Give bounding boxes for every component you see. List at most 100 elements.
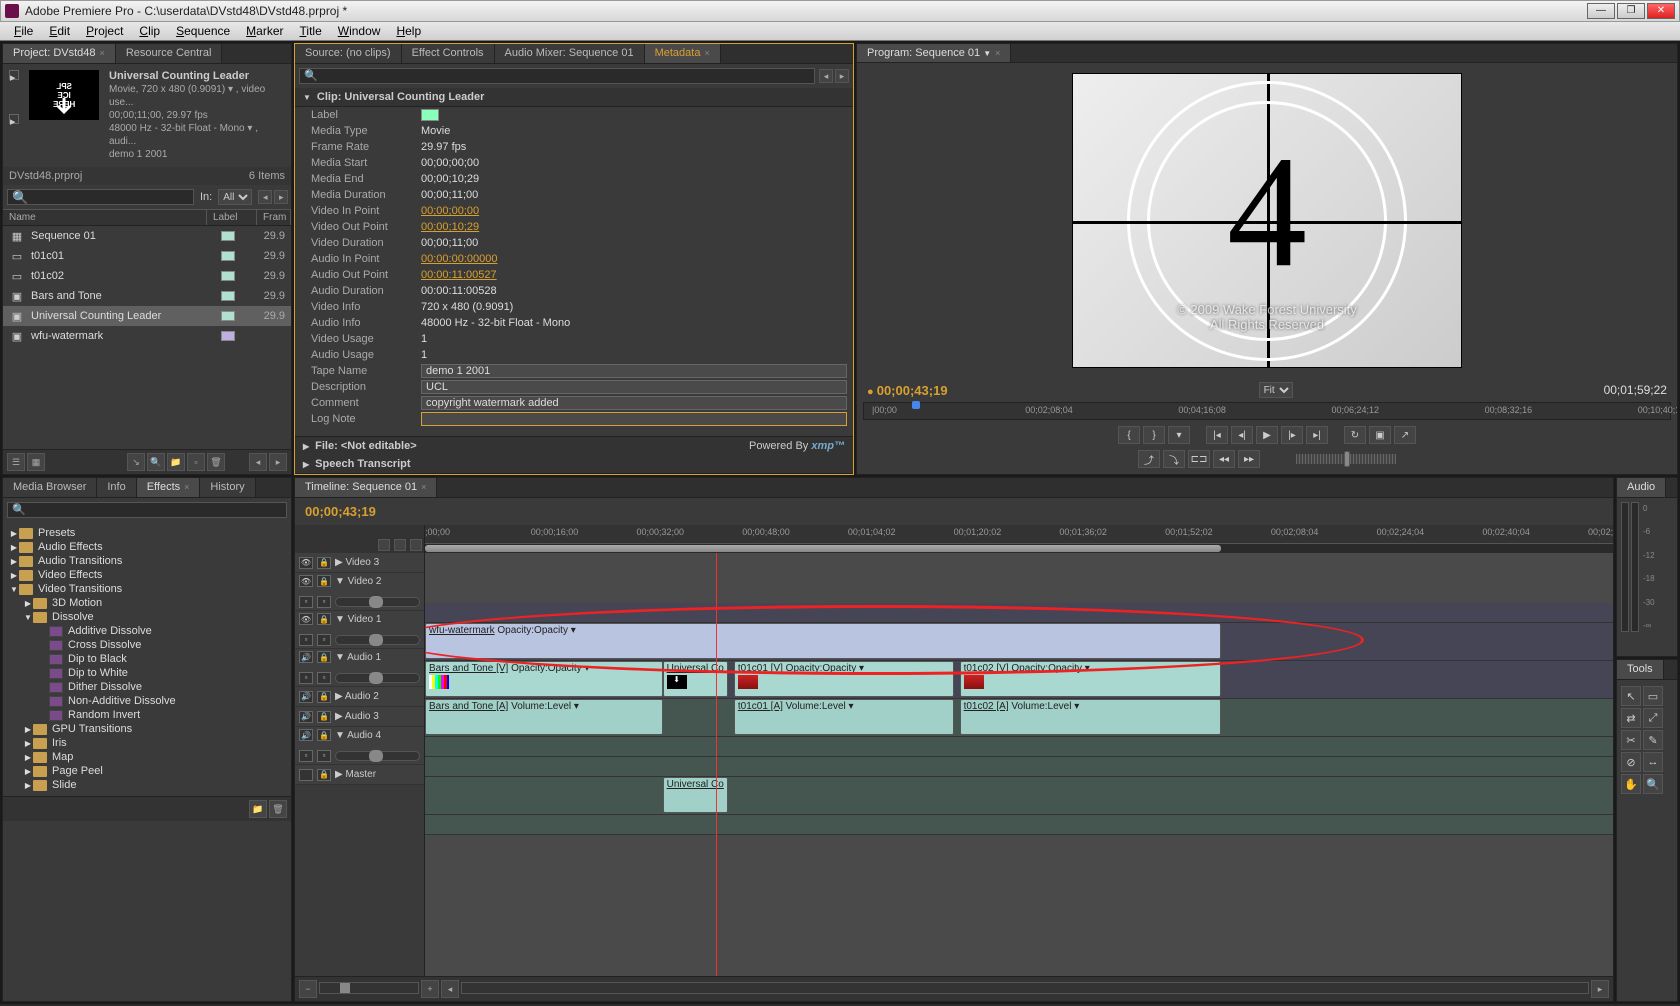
- tab-media-browser[interactable]: Media Browser: [3, 478, 97, 497]
- track-header-video-1[interactable]: 👁🔒 ▼ Video 1▫▫: [295, 611, 424, 649]
- effects-folder[interactable]: ▶3D Motion: [3, 596, 291, 610]
- poster-frame-button[interactable]: ▸: [9, 70, 19, 80]
- track-header-video-2[interactable]: 👁🔒 ▼ Video 2▫▫: [295, 573, 424, 611]
- tab-tools[interactable]: Tools: [1617, 660, 1664, 679]
- loop-button[interactable]: ↻: [1344, 426, 1366, 444]
- timeline-clip[interactable]: Bars and Tone [A] Volume:Level ▾: [425, 699, 663, 735]
- effect-preset[interactable]: Dip to White: [3, 666, 291, 680]
- project-item[interactable]: ▣wfu-watermark: [3, 326, 291, 346]
- minimize-button[interactable]: —: [1587, 3, 1615, 19]
- tool-button-6[interactable]: ⊘: [1621, 752, 1641, 772]
- tool-button-4[interactable]: ✂: [1621, 730, 1641, 750]
- effects-folder[interactable]: ▼Video Transitions: [3, 582, 291, 596]
- timeline-clip[interactable]: Universal Co ⬇: [663, 661, 728, 697]
- track-header-audio-3[interactable]: 🔊🔒 ▶ Audio 3: [295, 707, 424, 727]
- tool-button-1[interactable]: ▭: [1643, 686, 1663, 706]
- trim-button[interactable]: ⊏⊐: [1188, 450, 1210, 468]
- timeline-clip[interactable]: Universal Co: [663, 777, 728, 813]
- effect-preset[interactable]: Non-Additive Dissolve: [3, 694, 291, 708]
- menu-window[interactable]: Window: [330, 22, 389, 40]
- marker-button[interactable]: [394, 539, 406, 551]
- tab-source[interactable]: Source: (no clips): [295, 44, 402, 63]
- close-button[interactable]: ✕: [1647, 3, 1675, 19]
- program-current-time[interactable]: 00;00;43;19: [877, 383, 948, 398]
- tab-audio-master[interactable]: Audio: [1617, 478, 1666, 497]
- effects-delete[interactable]: 🗑: [269, 800, 287, 818]
- effect-preset[interactable]: Random Invert: [3, 708, 291, 722]
- effect-preset[interactable]: Dither Dissolve: [3, 680, 291, 694]
- effects-folder[interactable]: ▶Slide: [3, 778, 291, 792]
- project-columns[interactable]: Name Label Fram: [3, 209, 291, 226]
- icon-view-button[interactable]: ▦: [27, 453, 45, 471]
- metadata-search-input[interactable]: [299, 68, 815, 84]
- menu-edit[interactable]: Edit: [41, 22, 78, 40]
- metadata-file-header[interactable]: ▶File: <Not editable>: [303, 440, 417, 452]
- menu-marker[interactable]: Marker: [238, 22, 291, 40]
- tab-info[interactable]: Info: [97, 478, 136, 497]
- lift-button[interactable]: ⤴: [1138, 450, 1160, 468]
- program-video-area[interactable]: 4 © 2009 Wake Forest UniversityAll Right…: [857, 63, 1677, 378]
- effects-tree[interactable]: ▶Presets▶Audio Effects▶Audio Transitions…: [3, 522, 291, 796]
- effects-folder[interactable]: ▶Presets: [3, 526, 291, 540]
- timeline-clip[interactable]: t01c01 [A] Volume:Level ▾: [734, 699, 954, 735]
- maximize-button[interactable]: ❐: [1617, 3, 1645, 19]
- tool-button-3[interactable]: ⤢: [1643, 708, 1663, 728]
- timeline-playhead[interactable]: [716, 553, 717, 976]
- timeline-clip[interactable]: t01c02 [A] Volume:Level ▾: [960, 699, 1221, 735]
- effects-folder[interactable]: ▼Dissolve: [3, 610, 291, 624]
- metadata-input-comment[interactable]: [421, 396, 847, 410]
- snap-button[interactable]: [378, 539, 390, 551]
- menu-sequence[interactable]: Sequence: [168, 22, 238, 40]
- track-header-master[interactable]: 🔒 ▶ Master: [295, 765, 424, 785]
- menu-title[interactable]: Title: [292, 22, 330, 40]
- project-item[interactable]: ▣Bars and Tone29.9: [3, 286, 291, 306]
- shuttle-slider[interactable]: [1296, 454, 1396, 464]
- project-item[interactable]: ▭t01c0229.9: [3, 266, 291, 286]
- extract-button[interactable]: ⤵: [1163, 450, 1185, 468]
- project-item[interactable]: ▣Universal Counting Leader29.9: [3, 306, 291, 326]
- timeline-clip[interactable]: t01c02 [V] Opacity:Opacity ▾: [960, 661, 1221, 697]
- menu-file[interactable]: File: [6, 22, 41, 40]
- timeline-bottom-scrollbar[interactable]: − + ◂ ▸: [295, 976, 1613, 1001]
- effects-new-bin[interactable]: 📁: [249, 800, 267, 818]
- effect-preset[interactable]: Dip to Black: [3, 652, 291, 666]
- program-time-ruler[interactable]: |00;0000;02;08;0400;04;16;0800;06;24;120…: [863, 402, 1671, 420]
- safe-margins-button[interactable]: ▣: [1369, 426, 1391, 444]
- meta-next-button[interactable]: ▸: [835, 69, 849, 83]
- track-header-audio-2[interactable]: 🔊🔒 ▶ Audio 2: [295, 687, 424, 707]
- out-point-button[interactable]: }: [1143, 426, 1165, 444]
- metadata-clip-header[interactable]: ▼Clip: Universal Counting Leader: [295, 88, 853, 107]
- timeline-current-time[interactable]: 00;00;43;19: [305, 504, 376, 519]
- timeline-clip[interactable]: Bars and Tone [V] Opacity:Opacity ▾: [425, 661, 663, 697]
- tab-metadata[interactable]: Metadata×: [645, 44, 721, 63]
- panel-next-button[interactable]: ▸: [269, 453, 287, 471]
- metadata-speech-header[interactable]: ▶Speech Transcript: [295, 455, 853, 474]
- track-header-video-3[interactable]: 👁🔒 ▶ Video 3: [295, 553, 424, 573]
- step-forward-button[interactable]: |▸: [1281, 426, 1303, 444]
- metadata-input-tape-name[interactable]: [421, 364, 847, 378]
- program-zoom-select[interactable]: Fit: [1259, 382, 1293, 398]
- tab-timeline[interactable]: Timeline: Sequence 01×: [295, 478, 437, 497]
- menu-help[interactable]: Help: [388, 22, 429, 40]
- menu-project[interactable]: Project: [78, 22, 131, 40]
- project-item[interactable]: ▦Sequence 0129.9: [3, 226, 291, 246]
- play-button[interactable]: ▶: [1256, 426, 1278, 444]
- effects-folder[interactable]: ▶Page Peel: [3, 764, 291, 778]
- timeline-clip[interactable]: wfu-watermark Opacity:Opacity ▾: [425, 623, 1221, 659]
- effects-folder[interactable]: ▶GPU Transitions: [3, 722, 291, 736]
- find-button[interactable]: 🔍: [147, 453, 165, 471]
- project-filter-select[interactable]: All: [218, 189, 252, 205]
- project-bin-list[interactable]: ▦Sequence 0129.9▭t01c0129.9▭t01c0229.9▣B…: [3, 226, 291, 449]
- timeline-zoom-scrollbar[interactable]: [425, 543, 1613, 553]
- new-item-button[interactable]: ▫: [187, 453, 205, 471]
- next-marker-button[interactable]: ▸▸: [1238, 450, 1260, 468]
- tab-project[interactable]: Project: DVstd48×: [3, 44, 116, 63]
- timeline-clip[interactable]: t01c01 [V] Opacity:Opacity ▾: [734, 661, 954, 697]
- effects-folder[interactable]: ▶Iris: [3, 736, 291, 750]
- tab-history[interactable]: History: [200, 478, 255, 497]
- prev-marker-button[interactable]: ◂◂: [1213, 450, 1235, 468]
- list-view-button[interactable]: ☰: [7, 453, 25, 471]
- prev-button[interactable]: ◂: [258, 190, 272, 204]
- effects-folder[interactable]: ▶Video Effects: [3, 568, 291, 582]
- tool-button-0[interactable]: ↖: [1621, 686, 1641, 706]
